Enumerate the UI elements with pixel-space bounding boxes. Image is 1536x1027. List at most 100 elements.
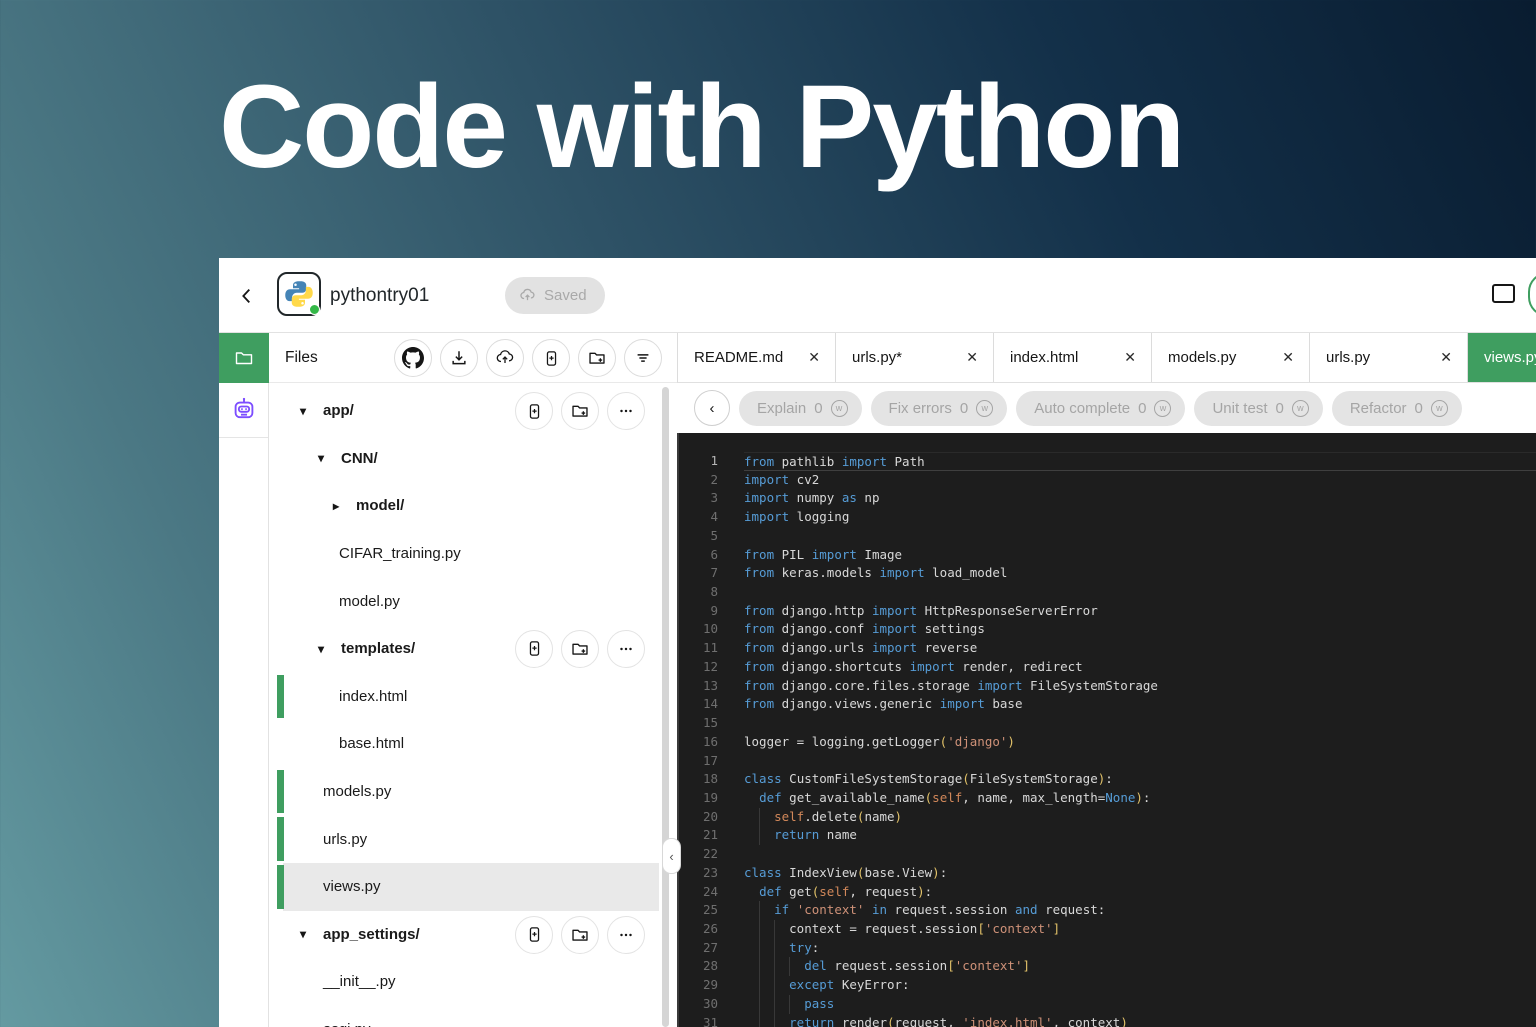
tree-scrollbar[interactable]: [662, 387, 669, 1027]
tab-label: views.py: [1484, 349, 1536, 366]
chevron-down-icon[interactable]: ▾: [318, 451, 341, 465]
tree-folder-app[interactable]: ▾app/: [269, 387, 659, 435]
code-line-10: 10from django.conf import settings: [679, 620, 1536, 639]
overflow-menu-button[interactable]: [607, 916, 645, 954]
code-text: def get_available_name(self, name, max_l…: [744, 789, 1536, 808]
close-icon[interactable]: ✕: [1438, 347, 1454, 368]
indent-guide: [759, 995, 760, 1014]
maximize-button[interactable]: [1492, 284, 1515, 303]
code-text: from pathlib import Path: [744, 452, 1536, 471]
tree-file-asgi-py[interactable]: asgi.py: [269, 1006, 659, 1027]
chevron-right-icon[interactable]: ▸: [333, 499, 356, 513]
code-line-24: 24 def get(self, request):: [679, 883, 1536, 902]
tree-file-base-html[interactable]: base.html: [269, 720, 659, 768]
tab-label: models.py: [1168, 349, 1280, 366]
tree-folder-model[interactable]: ▸model/: [269, 482, 659, 530]
line-number: 16: [679, 733, 718, 752]
fix-errors-button[interactable]: Fix errors0w: [871, 391, 1008, 426]
file-explorer-panel: Files ▾app/▾CNN/▸model/CIFAR_training.py…: [269, 333, 677, 1027]
new-folder-button[interactable]: [561, 630, 599, 668]
tree-item-label: index.html: [339, 688, 407, 705]
line-number: 5: [679, 527, 718, 546]
upload-cloud-button[interactable]: [486, 339, 524, 377]
panel-collapse-handle[interactable]: ‹: [662, 838, 681, 874]
line-number: 25: [679, 901, 718, 920]
refactor-button[interactable]: Refactor0w: [1332, 391, 1462, 426]
tree-file-index-html[interactable]: index.html: [269, 673, 659, 721]
pill-label: Auto complete: [1034, 400, 1130, 417]
tree-file-__init__-py[interactable]: __init__.py: [269, 958, 659, 1006]
tree-file-CIFAR_training-py[interactable]: CIFAR_training.py: [269, 530, 659, 578]
saved-button[interactable]: Saved: [505, 277, 605, 314]
overflow-menu-button[interactable]: [607, 392, 645, 430]
line-number: 2: [679, 471, 718, 490]
watsonx-icon: w: [1292, 400, 1309, 417]
toolbar-collapse-button[interactable]: ‹: [694, 390, 730, 426]
pill-label: Unit test: [1212, 400, 1267, 417]
status-dot: [309, 304, 320, 315]
clipped-edge-button[interactable]: [1528, 272, 1536, 317]
watsonx-icon: w: [976, 400, 993, 417]
code-line-13: 13from django.core.files.storage import …: [679, 677, 1536, 696]
editor-tab-index-html[interactable]: index.html✕: [994, 333, 1152, 382]
editor-tab-urls-py-[interactable]: urls.py*✕: [836, 333, 994, 382]
line-number: 17: [679, 752, 718, 771]
chevron-down-icon[interactable]: ▾: [300, 927, 323, 941]
back-button[interactable]: [233, 282, 261, 310]
close-icon[interactable]: ✕: [1280, 347, 1296, 368]
indent-guide: [774, 1014, 775, 1027]
tree-file-model-py[interactable]: model.py: [269, 577, 659, 625]
editor-tab-models-py[interactable]: models.py✕: [1152, 333, 1310, 382]
hero-title: Code with Python: [219, 62, 1183, 192]
close-icon[interactable]: ✕: [806, 347, 822, 368]
overflow-menu-button[interactable]: [607, 630, 645, 668]
editor-tab-urls-py[interactable]: urls.py✕: [1310, 333, 1468, 382]
line-number: 3: [679, 489, 718, 508]
chevron-down-icon[interactable]: ▾: [318, 642, 341, 656]
code-line-22: 22: [679, 845, 1536, 864]
code-line-26: 26 context = request.session['context']: [679, 920, 1536, 939]
tree-file-models-py[interactable]: models.py: [269, 768, 659, 816]
pill-count: 0: [1276, 400, 1284, 417]
explain-button[interactable]: Explain0w: [739, 391, 862, 426]
file-tree: ▾app/▾CNN/▸model/CIFAR_training.pymodel.…: [269, 383, 677, 1027]
new-file-button[interactable]: [515, 630, 553, 668]
files-header: Files: [269, 333, 677, 383]
tree-item-label: base.html: [339, 735, 404, 752]
editor-tab-README-md[interactable]: README.md✕: [678, 333, 836, 382]
chevron-down-icon[interactable]: ▾: [300, 404, 323, 418]
indent-guide: [774, 957, 775, 976]
ai-assistant-tab[interactable]: [219, 383, 268, 438]
new-file-button[interactable]: [515, 392, 553, 430]
tree-folder-templates[interactable]: ▾templates/: [269, 625, 659, 673]
code-editor[interactable]: 1from pathlib import Path2import cv23imp…: [677, 433, 1536, 1027]
editor-tab-views-py[interactable]: views.py✕: [1468, 333, 1536, 382]
filter-button[interactable]: [624, 339, 662, 377]
line-number: 29: [679, 976, 718, 995]
github-button[interactable]: [394, 339, 432, 377]
code-line-28: 28 del request.session['context']: [679, 957, 1536, 976]
tree-folder-app_settings[interactable]: ▾app_settings/: [269, 911, 659, 959]
new-file-button[interactable]: [532, 339, 570, 377]
code-line-11: 11from django.urls import reverse: [679, 639, 1536, 658]
python-logo: [277, 272, 321, 316]
line-number: 6: [679, 546, 718, 565]
tree-item-label: CNN/: [341, 450, 378, 467]
close-icon[interactable]: ✕: [964, 347, 980, 368]
new-folder-button[interactable]: [561, 916, 599, 954]
auto-complete-button[interactable]: Auto complete0w: [1016, 391, 1185, 426]
pill-count: 0: [960, 400, 968, 417]
tree-file-views-py[interactable]: views.py: [269, 863, 659, 911]
unit-test-button[interactable]: Unit test 0w: [1194, 391, 1322, 426]
close-icon[interactable]: ✕: [1122, 347, 1138, 368]
files-panel-tab[interactable]: [219, 333, 269, 383]
new-folder-button[interactable]: [578, 339, 616, 377]
tree-folder-CNN[interactable]: ▾CNN/: [269, 435, 659, 483]
folder-row-actions: [515, 630, 645, 668]
new-file-button[interactable]: [515, 916, 553, 954]
download-button[interactable]: [440, 339, 478, 377]
indent-guide: [789, 957, 790, 976]
tree-file-urls-py[interactable]: urls.py: [269, 815, 659, 863]
code-text: self.delete(name): [744, 808, 1536, 827]
new-folder-button[interactable]: [561, 392, 599, 430]
